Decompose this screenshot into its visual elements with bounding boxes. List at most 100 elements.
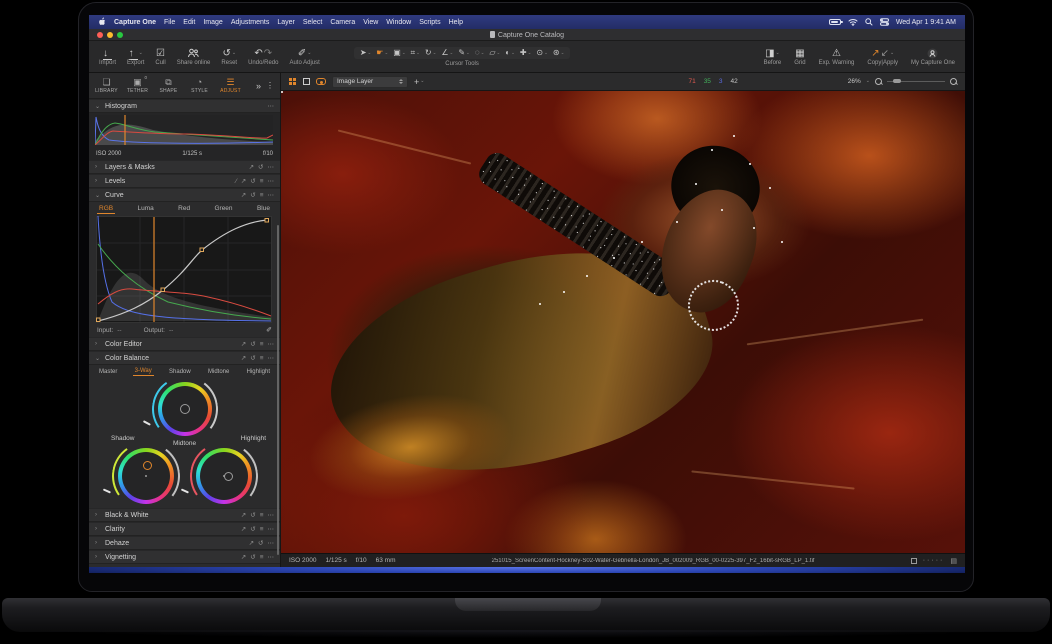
auto-adjust-button[interactable]: ⌄ Auto Adjust (289, 41, 319, 72)
straighten-tool[interactable]: ⌄ (441, 48, 453, 57)
slider-handle[interactable] (103, 488, 111, 493)
panel-reset-icon[interactable] (258, 163, 263, 171)
menu-item-camera[interactable]: Camera (330, 19, 355, 26)
tab-style[interactable]: STYLE (184, 73, 215, 98)
panel-preset-icon[interactable] (260, 178, 264, 185)
panel-reset-icon[interactable] (250, 191, 255, 199)
exposure-warning-button[interactable]: Exp. Warning (819, 41, 855, 72)
reset-button[interactable]: ⌄ Reset (221, 41, 237, 72)
panel-more-icon[interactable] (268, 354, 275, 362)
panel-more-icon[interactable] (268, 539, 275, 547)
cb-tab-3way[interactable]: 3-Way (133, 367, 154, 376)
clone-tool[interactable]: ⌄ (536, 48, 547, 57)
menu-item-image[interactable]: Image (203, 19, 222, 26)
grid-button[interactable]: Grid (794, 41, 805, 72)
rotate-tool[interactable]: ⌄ (425, 48, 436, 57)
linear-gradient-mask-tool[interactable]: ⌄ (489, 48, 500, 57)
panel-header-black-white[interactable]: › Black & White (89, 508, 280, 522)
spotlight-search-icon[interactable] (865, 18, 873, 26)
battery-icon[interactable] (829, 19, 841, 25)
panel-copy-icon[interactable] (241, 177, 246, 185)
sidebar-scrollbar[interactable] (277, 225, 279, 555)
cb-tab-shadow[interactable]: Shadow (167, 368, 193, 376)
shadow-wheel-indicator[interactable] (143, 461, 152, 470)
menu-item-view[interactable]: View (363, 19, 378, 26)
slider-handle[interactable] (181, 488, 189, 493)
cb-tab-highlight[interactable]: Highlight (245, 368, 272, 376)
panel-preset-icon[interactable] (260, 341, 264, 348)
panel-preset-icon[interactable] (260, 554, 264, 561)
panel-header-color-editor[interactable]: › Color Editor (89, 337, 280, 351)
shadow-color-wheel[interactable] (118, 448, 174, 504)
panel-copy-icon[interactable] (241, 525, 246, 533)
menu-bar-clock[interactable]: Wed Apr 1 9:41 AM (896, 19, 956, 26)
select-cursor-tool[interactable]: ⌄ (360, 48, 371, 57)
add-layer-button[interactable]: +⌄ (414, 77, 424, 87)
curve-graph[interactable] (96, 216, 272, 323)
pan-tool[interactable]: ⌄ (376, 48, 388, 57)
panel-header-color-balance[interactable]: ⌄ Color Balance (89, 351, 280, 365)
more-tabs-icon[interactable]: » (256, 81, 261, 91)
menu-item-capture-one[interactable]: Capture One (114, 19, 156, 26)
curve-tab-green[interactable]: Green (212, 204, 234, 213)
menu-item-window[interactable]: Window (386, 19, 411, 26)
panel-preset-icon[interactable] (260, 512, 264, 519)
panel-preset-icon[interactable] (260, 526, 264, 533)
before-after-button[interactable]: ⌄ Before (764, 41, 782, 72)
crop-tool[interactable]: ⌄ (411, 48, 420, 58)
panel-reset-icon[interactable] (250, 553, 255, 561)
panel-header-levels[interactable]: › Levels (89, 174, 280, 188)
zoom-slider-knob[interactable] (893, 79, 901, 83)
menu-item-layer[interactable]: Layer (277, 19, 295, 26)
my-capture-one-button[interactable]: My Capture One (911, 41, 955, 72)
zoom-slider[interactable] (887, 81, 945, 82)
wifi-icon[interactable] (848, 18, 858, 26)
panel-picker-icon[interactable] (236, 178, 237, 185)
panel-more-icon[interactable] (268, 511, 275, 519)
slider-handle[interactable] (143, 420, 151, 425)
tab-library[interactable]: LIBRARY (91, 73, 122, 98)
panel-reset-icon[interactable] (250, 354, 255, 362)
panel-copy-icon[interactable] (249, 539, 254, 547)
thumbnail-grid-icon[interactable] (289, 78, 297, 86)
panel-header-histogram[interactable]: ⌄ Histogram (89, 99, 280, 113)
single-image-icon[interactable] (303, 78, 310, 85)
panel-copy-icon[interactable] (249, 163, 254, 171)
panel-copy-icon[interactable] (241, 354, 246, 362)
tab-adjust[interactable]: ADJUST (215, 73, 246, 98)
panel-more-icon[interactable] (268, 340, 275, 348)
export-button[interactable]: ⌄ Export (127, 41, 144, 72)
panel-reset-icon[interactable] (250, 511, 255, 519)
menu-item-select[interactable]: Select (303, 19, 322, 26)
copy-apply-button[interactable]: ⌄ Copy|Apply (867, 41, 898, 72)
panel-copy-icon[interactable] (241, 553, 246, 561)
erase-mask-tool[interactable]: ⌄ (475, 48, 485, 57)
filmstrip-icon[interactable]: ▤ (950, 557, 957, 565)
cb-tab-master[interactable]: Master (97, 368, 119, 376)
panel-more-icon[interactable] (268, 163, 275, 171)
zoom-out-icon[interactable] (875, 78, 882, 85)
cull-button[interactable]: Cull (155, 41, 165, 72)
highlight-wheel-indicator[interactable] (224, 472, 233, 481)
panel-reset-icon[interactable] (258, 539, 263, 547)
panel-header-dehaze[interactable]: › Dehaze (89, 536, 280, 550)
photo-canvas[interactable] (281, 91, 965, 553)
midtone-wheel-indicator[interactable] (180, 404, 190, 414)
panel-more-icon[interactable] (268, 525, 275, 533)
share-online-button[interactable]: Share online (177, 41, 211, 72)
curve-picker-icon[interactable] (266, 326, 272, 334)
panel-header-vignetting[interactable]: › Vignetting (89, 550, 280, 564)
tab-shape[interactable]: SHAPE (153, 73, 184, 98)
layer-select[interactable]: Image Layer (332, 76, 408, 88)
draw-mask-tool[interactable]: ⌄ (458, 48, 469, 57)
tab-tether[interactable]: 0 TETHER (122, 73, 153, 98)
panel-copy-icon[interactable] (241, 191, 246, 199)
panel-more-icon[interactable] (268, 177, 275, 185)
zoom-level[interactable]: 26% (848, 78, 861, 85)
menu-item-adjustments[interactable]: Adjustments (231, 19, 270, 26)
panel-preset-icon[interactable] (260, 192, 264, 199)
panel-header-curve[interactable]: ⌄ Curve (89, 188, 280, 202)
menu-item-help[interactable]: Help (449, 19, 463, 26)
curve-tab-luma[interactable]: Luma (135, 204, 155, 213)
rating-dots[interactable]: ····· (923, 557, 945, 564)
